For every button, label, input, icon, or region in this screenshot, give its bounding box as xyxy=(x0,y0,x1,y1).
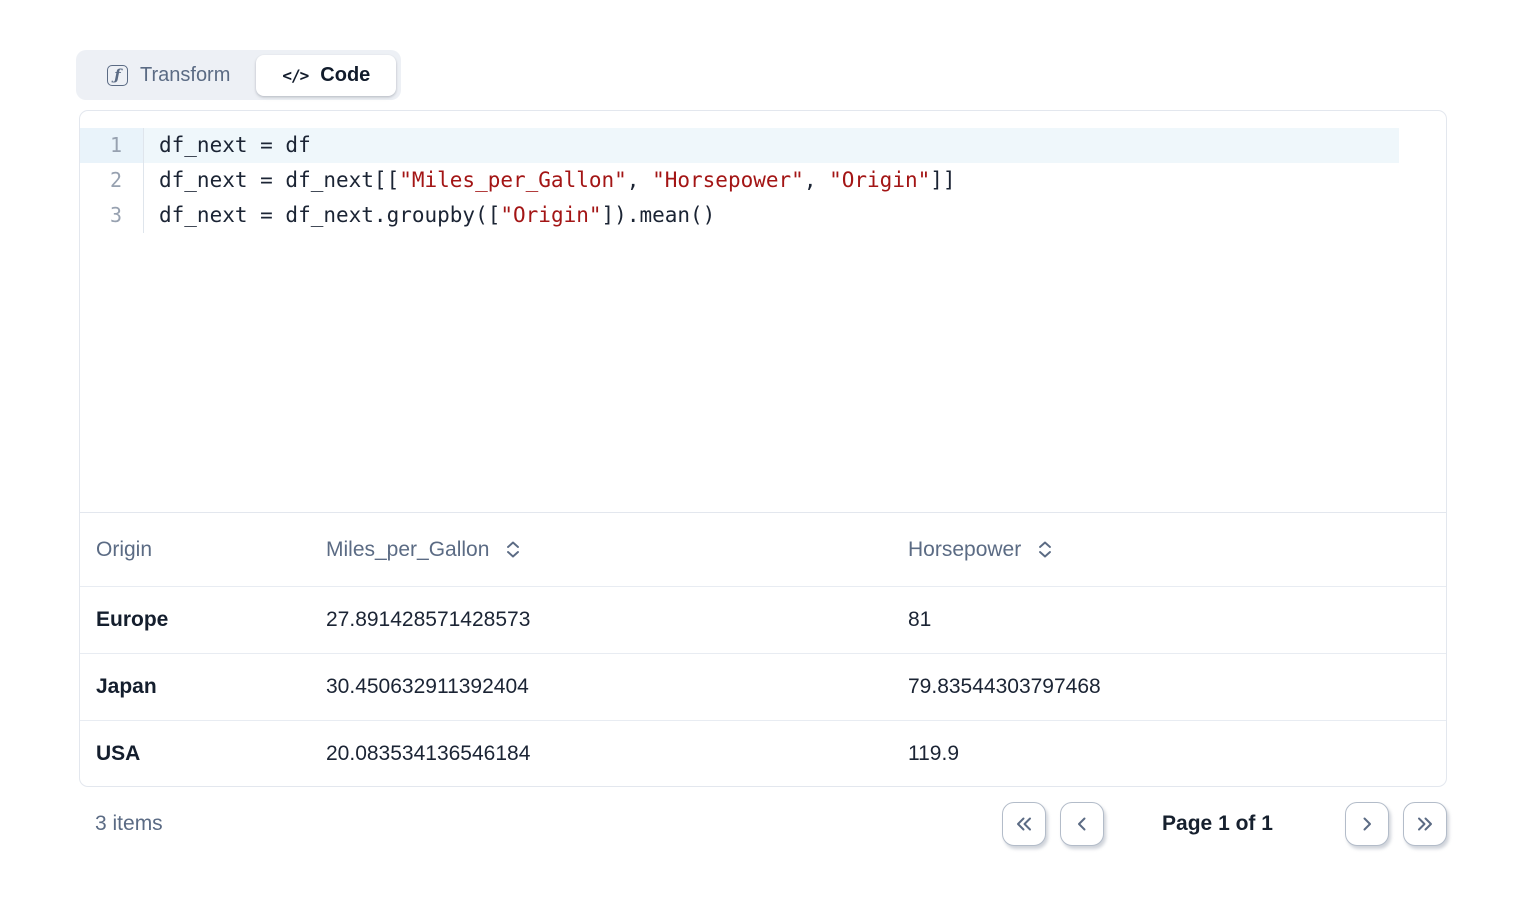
column-header-origin: Origin xyxy=(80,538,310,562)
table-footer: 3 items Page 1 of 1 xyxy=(79,801,1447,847)
line-number: 1 xyxy=(80,128,144,163)
table-cell: Japan xyxy=(80,675,310,699)
tab-code[interactable]: </> Code xyxy=(256,55,396,96)
double-chevron-left-icon xyxy=(1014,816,1034,832)
sort-control[interactable]: Miles_per_Gallon xyxy=(326,538,892,562)
view-tabbar: ƒ Transform </> Code xyxy=(76,50,401,100)
column-label: Origin xyxy=(96,538,152,561)
column-label: Miles_per_Gallon xyxy=(326,538,489,562)
table-cell: USA xyxy=(80,742,310,766)
table-cell: 81 xyxy=(892,608,1446,632)
column-header-horsepower: Horsepower xyxy=(892,538,1446,562)
code-string-token: "Miles_per_Gallon" xyxy=(399,168,627,192)
last-page-button[interactable] xyxy=(1403,802,1447,846)
data-table: Origin Miles_per_Gallon Horsepower xyxy=(80,513,1446,787)
code-token: ]] xyxy=(930,168,955,192)
code-text: df_next = df xyxy=(144,128,1399,163)
code-icon: </> xyxy=(282,66,308,85)
table-header: Origin Miles_per_Gallon Horsepower xyxy=(80,513,1446,586)
sort-updown-icon xyxy=(505,540,521,559)
table-body: Europe27.89142857142857381Japan30.450632… xyxy=(80,586,1446,787)
code-token: df_next = df_next.groupby([ xyxy=(159,203,500,227)
pagination: Page 1 of 1 xyxy=(988,802,1447,846)
chevron-right-icon xyxy=(1359,816,1375,832)
code-line[interactable]: 1 df_next = df xyxy=(80,128,1446,163)
chevron-left-icon xyxy=(1074,816,1090,832)
table-cell: Europe xyxy=(80,608,310,632)
column-label: Horsepower xyxy=(908,538,1021,562)
tab-transform[interactable]: ƒ Transform xyxy=(81,55,256,96)
code-token: df_next = df xyxy=(159,133,311,157)
code-token: , xyxy=(627,168,652,192)
sort-updown-icon xyxy=(1037,540,1053,559)
code-text: df_next = df_next[["Miles_per_Gallon", "… xyxy=(144,163,1399,198)
items-count: 3 items xyxy=(79,812,163,836)
first-page-button[interactable] xyxy=(1002,802,1046,846)
table-cell: 27.891428571428573 xyxy=(310,608,892,632)
next-page-button[interactable] xyxy=(1345,802,1389,846)
function-icon: ƒ xyxy=(107,65,128,86)
tab-transform-label: Transform xyxy=(140,64,230,87)
table-row: USA20.083534136546184119.9 xyxy=(80,720,1446,787)
code-text: df_next = df_next.groupby(["Origin"]).me… xyxy=(144,198,1399,233)
table-row: Europe27.89142857142857381 xyxy=(80,586,1446,653)
code-token: df_next = df_next[[ xyxy=(159,168,399,192)
table-cell: 30.450632911392404 xyxy=(310,675,892,699)
page-indicator: Page 1 of 1 xyxy=(1104,812,1331,836)
code-string-token: "Origin" xyxy=(829,168,930,192)
code-panel: 1df_next = df2df_next = df_next[["Miles_… xyxy=(79,110,1447,787)
table-cell: 119.9 xyxy=(892,742,1446,766)
code-string-token: "Origin" xyxy=(500,203,601,227)
code-line[interactable]: 2df_next = df_next[["Miles_per_Gallon", … xyxy=(80,163,1446,198)
tab-code-label: Code xyxy=(320,64,370,87)
double-chevron-right-icon xyxy=(1415,816,1435,832)
code-token: , xyxy=(804,168,829,192)
code-editor[interactable]: 1df_next = df2df_next = df_next[["Miles_… xyxy=(80,111,1446,513)
table-cell: 20.083534136546184 xyxy=(310,742,892,766)
data-wrangler-widget: ƒ Transform </> Code 1df_next = df2df_ne… xyxy=(0,0,1516,918)
line-number: 2 xyxy=(80,163,144,198)
line-number: 3 xyxy=(80,198,144,233)
column-header-miles-per-gallon: Miles_per_Gallon xyxy=(310,538,892,562)
table-cell: 79.83544303797468 xyxy=(892,675,1446,699)
code-line[interactable]: 3df_next = df_next.groupby(["Origin"]).m… xyxy=(80,198,1446,233)
table-row: Japan30.45063291139240479.83544303797468 xyxy=(80,653,1446,720)
previous-page-button[interactable] xyxy=(1060,802,1104,846)
code-string-token: "Horsepower" xyxy=(652,168,804,192)
code-token: ]).mean() xyxy=(602,203,716,227)
sort-control[interactable]: Horsepower xyxy=(908,538,1446,562)
